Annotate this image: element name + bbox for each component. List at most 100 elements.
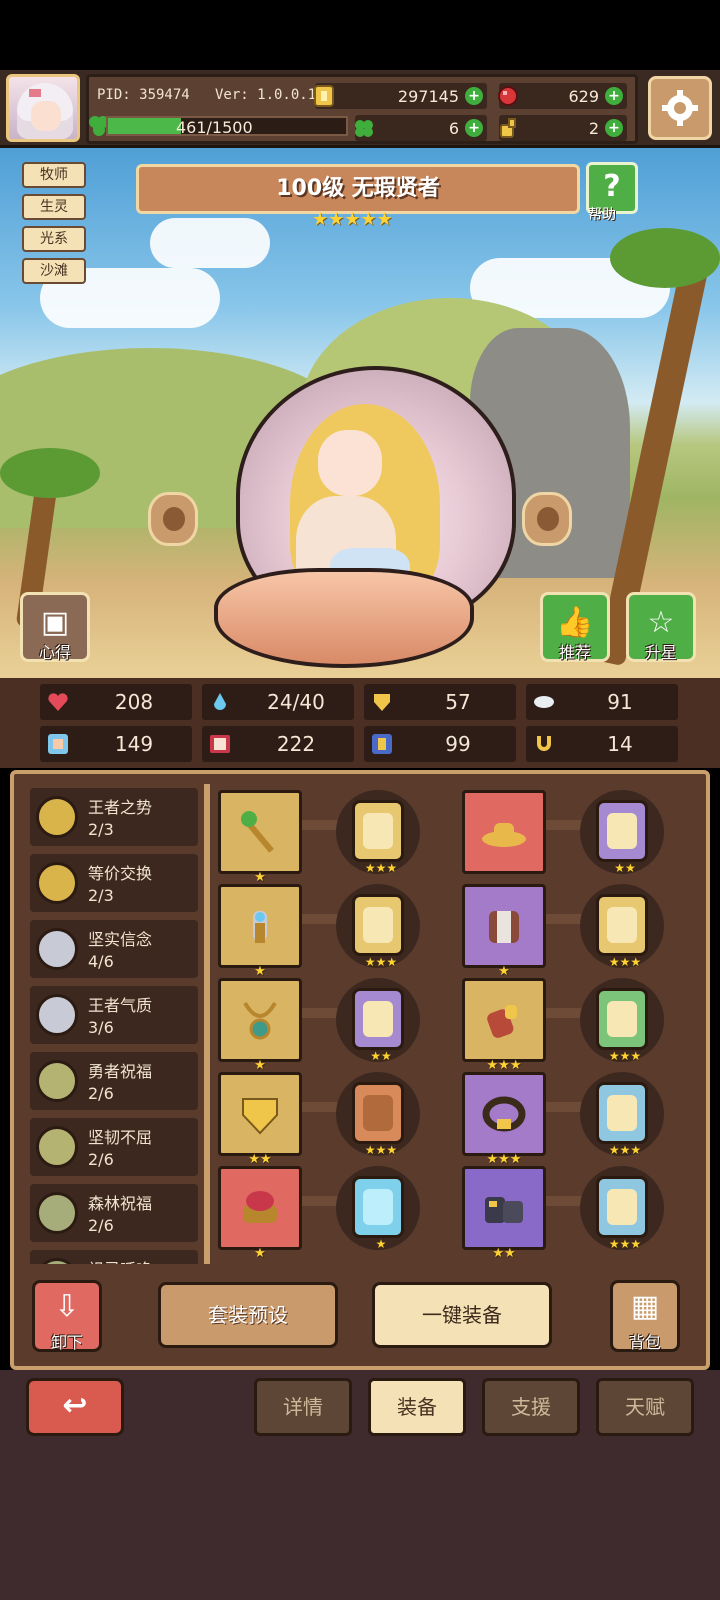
equipment-panel: 王者之势 2/3 等价交换 2/3 坚实信念 4/6 王者气质 3/6 勇者祝福 2/6 …	[10, 770, 710, 1370]
gem-slot-armor[interactable]: ★★★	[352, 1082, 404, 1157]
add-gem-button[interactable]: +	[605, 87, 623, 105]
set-count: 3/6	[88, 1018, 114, 1037]
recommend-button[interactable]: 👍 推荐	[540, 592, 610, 662]
chest-armor-icon	[489, 911, 519, 943]
set-name: 勇者祝福	[88, 1062, 153, 1081]
bag-button[interactable]: ▦ 背包	[610, 1280, 680, 1352]
gem-slot-chest[interactable]: ★★★	[596, 894, 648, 969]
gem-slot-belt[interactable]: ★★★	[596, 1082, 648, 1157]
slot-stars: ★	[254, 1246, 266, 1261]
down-arrow-icon: ⇩	[54, 1289, 80, 1324]
gem-slot-ring[interactable]: ★	[352, 1176, 404, 1251]
tab-support[interactable]: 支援	[482, 1378, 580, 1436]
add-gold-button[interactable]: +	[465, 87, 483, 105]
set-item[interactable]: 森林祝福 2/6	[30, 1184, 198, 1242]
stat-value: 99	[445, 732, 471, 756]
heart-icon	[48, 693, 68, 711]
gem-stars: ★★★	[364, 1143, 398, 1157]
set-item[interactable]: 祖灵呼唤	[30, 1250, 198, 1264]
gem-slot-weapon[interactable]: ★★★	[352, 800, 404, 875]
equip-slot-ring[interactable]: ★	[218, 1166, 302, 1261]
equip-slot-armor[interactable]: ★★	[218, 1072, 302, 1167]
set-item[interactable]: 勇者祝福 2/6	[30, 1052, 198, 1110]
hat-icon	[482, 823, 526, 847]
right-arrow-icon	[537, 507, 559, 531]
rune-icon	[363, 907, 393, 943]
equip-slot-gloves[interactable]: ★★★	[462, 978, 546, 1073]
golden-armor-icon	[242, 1098, 278, 1135]
gem-slot-boots[interactable]: ★★★	[596, 1176, 648, 1251]
next-hero-button[interactable]	[522, 492, 572, 546]
set-tenacity-icon	[36, 1126, 78, 1168]
avatar-face	[31, 101, 61, 131]
tag-class[interactable]: 牧师	[22, 162, 86, 188]
xp-text: 461/1500	[176, 118, 253, 137]
equip-all-button[interactable]: 一键装备	[372, 1282, 552, 1348]
slot-stars: ★	[254, 870, 266, 885]
tab-details[interactable]: 详情	[254, 1378, 352, 1436]
stat-value: 149	[114, 732, 154, 756]
stat-value: 222	[276, 732, 316, 756]
hero-star-rating: ★★★★★	[312, 210, 408, 230]
set-temperament-icon	[36, 994, 78, 1036]
set-item[interactable]: 等价交换 2/3	[30, 854, 198, 912]
set-item[interactable]: 坚韧不屈 2/6	[30, 1118, 198, 1176]
equip-slot-necklace[interactable]: ★	[218, 978, 302, 1073]
prev-hero-button[interactable]	[148, 492, 198, 546]
add-item2-button[interactable]: +	[605, 119, 623, 137]
equip-slot-boots[interactable]: ★★	[462, 1166, 546, 1261]
star-up-button[interactable]: ☆ 升星	[626, 592, 696, 662]
boot-icon	[372, 734, 392, 754]
equip-slot-offhand[interactable]: ★	[218, 884, 302, 979]
gem-stars: ★★★	[608, 1143, 642, 1157]
set-bonus-list[interactable]: 王者之势 2/3 等价交换 2/3 坚实信念 4/6 王者气质 3/6 勇者祝福 2/6 …	[30, 788, 198, 1264]
stat-value: 14	[607, 732, 633, 756]
hand-token-icon	[500, 118, 516, 138]
tag-element[interactable]: 光系	[22, 226, 86, 252]
tag-terrain[interactable]: 沙滩	[22, 258, 86, 284]
gem-stars: ★★★	[364, 861, 398, 875]
rune-icon	[363, 1001, 393, 1037]
set-item[interactable]: 王者气质 3/6	[30, 986, 198, 1044]
set-count: 2/6	[88, 1084, 114, 1103]
set-preset-button[interactable]: 套装预设	[158, 1282, 338, 1348]
rune-icon	[607, 1189, 637, 1225]
bag-label: 背包	[628, 1333, 661, 1352]
red-gem-icon	[498, 86, 518, 106]
unequip-button[interactable]: ⇩ 卸下	[32, 1280, 102, 1352]
player-avatar[interactable]	[6, 74, 80, 142]
tab-talent[interactable]: 天赋	[596, 1378, 694, 1436]
tab-equipment[interactable]: 装备	[368, 1378, 466, 1436]
rune-icon	[363, 813, 393, 849]
panel-divider	[204, 784, 210, 1264]
set-item[interactable]: 王者之势 2/3	[30, 788, 198, 846]
star-up-label: 升星	[644, 643, 677, 662]
gem-stars: ★★	[614, 861, 636, 875]
notes-button[interactable]: ▣ 心得	[20, 592, 90, 662]
tag-race[interactable]: 生灵	[22, 194, 86, 220]
gem-slot-necklace[interactable]: ★★	[352, 988, 404, 1063]
equip-slot-hat[interactable]	[462, 790, 546, 874]
belt-icon	[482, 1096, 526, 1132]
gem-slot-offhand[interactable]: ★★★	[352, 894, 404, 969]
settings-gear-button[interactable]	[648, 76, 712, 140]
item2-counter: 2 +	[499, 115, 627, 141]
set-name: 王者之势	[88, 798, 153, 817]
gem-slot-hat[interactable]: ★★	[596, 800, 648, 875]
set-name: 等价交换	[88, 864, 153, 883]
set-item[interactable]: 坚实信念 4/6	[30, 920, 198, 978]
back-button[interactable]: ↩	[26, 1378, 124, 1436]
staff-icon	[241, 811, 274, 853]
clover-value: 6	[448, 119, 459, 138]
add-clover-button[interactable]: +	[465, 119, 483, 137]
recommend-label: 推荐	[558, 643, 591, 662]
gem-slot-gloves[interactable]: ★★★	[596, 988, 648, 1063]
equip-slot-chest[interactable]: ★	[462, 884, 546, 979]
set-name: 坚实信念	[88, 930, 153, 949]
equip-slot-weapon[interactable]: ★	[218, 790, 302, 885]
equip-slot-belt[interactable]: ★★★	[462, 1072, 546, 1167]
bottom-bar: ↩ 详情 装备 支援 天赋	[0, 1370, 720, 1600]
star-icons: ★★★★★	[312, 209, 393, 230]
notes-label: 心得	[38, 643, 71, 662]
ring-icon	[243, 1191, 277, 1223]
